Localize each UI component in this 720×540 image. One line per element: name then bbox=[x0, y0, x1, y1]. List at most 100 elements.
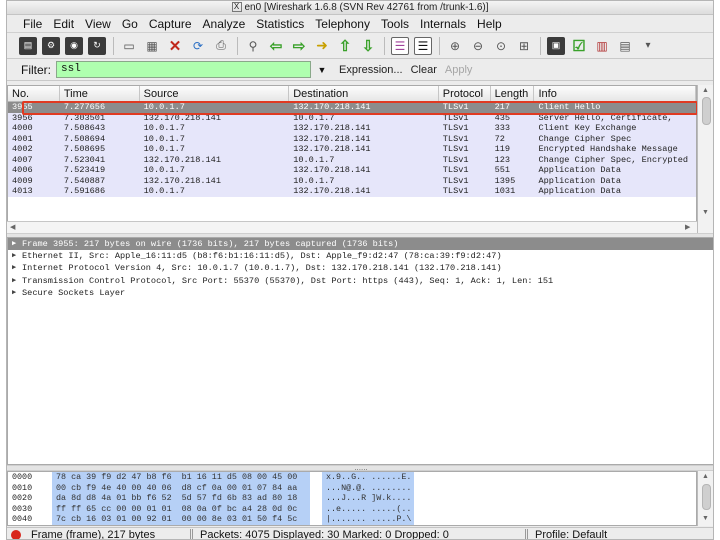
go-forward-icon[interactable]: ⇨ bbox=[290, 37, 308, 55]
apply-button[interactable]: Apply bbox=[445, 64, 473, 76]
go-to-packet-icon[interactable]: ➜ bbox=[313, 37, 331, 55]
menu-internals[interactable]: Internals bbox=[420, 17, 466, 31]
scroll-right-icon[interactable]: ▶ bbox=[685, 224, 693, 232]
scroll-up-icon[interactable]: ▲ bbox=[702, 87, 710, 95]
open-file-icon[interactable]: ▭ bbox=[120, 37, 138, 55]
colorize-icon[interactable]: ☰ bbox=[391, 36, 409, 55]
menu-help[interactable]: Help bbox=[477, 17, 502, 31]
scroll-left-icon[interactable]: ◀ bbox=[10, 224, 18, 232]
save-file-icon[interactable]: ▦ bbox=[143, 37, 161, 55]
go-last-icon[interactable]: ⇩ bbox=[359, 37, 377, 55]
byte-ascii[interactable]: x.9..G.. ......E. bbox=[322, 472, 414, 483]
capture-options-icon[interactable]: ⚙ bbox=[42, 36, 60, 55]
go-first-icon[interactable]: ⇧ bbox=[336, 37, 354, 55]
byte-offset[interactable]: 0040 bbox=[8, 514, 52, 525]
column-header-source[interactable]: Source bbox=[140, 86, 290, 101]
byte-hex[interactable]: 78 ca 39 f9 d2 47 b8 f6 b1 16 11 d5 08 0… bbox=[52, 472, 310, 483]
column-header-time[interactable]: Time bbox=[60, 86, 140, 101]
status-divider[interactable] bbox=[190, 528, 193, 539]
byte-offset[interactable]: 0020 bbox=[8, 493, 52, 504]
menu-telephony[interactable]: Telephony bbox=[315, 17, 370, 31]
start-capture-icon[interactable]: ◉ bbox=[65, 36, 83, 55]
expression-button[interactable]: Expression... bbox=[339, 64, 403, 76]
menu-capture[interactable]: Capture bbox=[149, 17, 192, 31]
reload-icon[interactable]: ⟳ bbox=[189, 37, 207, 55]
column-header-no[interactable]: No. bbox=[8, 86, 60, 101]
packet-info: Encrypted Handshake Message bbox=[538, 144, 678, 154]
packet-list-scrollbar[interactable]: ▲ ▼ bbox=[697, 85, 713, 233]
byte-ascii[interactable]: |....... .....P.\ bbox=[322, 514, 414, 525]
preferences-icon[interactable]: ▤ bbox=[616, 37, 634, 55]
packet-row[interactable]: 4007 7.523041 132.170.218.141 10.0.1.7 TLSv1… bbox=[8, 154, 696, 165]
detail-tree-item[interactable]: ▶ Ethernet II, Src: Apple_16:11:d5 (b8:f6… bbox=[8, 250, 713, 262]
byte-ascii[interactable]: ...N@.@. ........ bbox=[322, 482, 414, 494]
detail-tree-item[interactable]: ▶ Internet Protocol Version 4, Src: 10.0.… bbox=[8, 262, 713, 274]
packet-protocol: TLSv1 bbox=[442, 144, 469, 154]
packet-row[interactable]: 4006 7.523419 10.0.1.7 132.170.218.141 TLSv1… bbox=[8, 165, 696, 176]
find-packet-icon[interactable]: ⚲ bbox=[244, 37, 262, 55]
zoom-out-icon[interactable]: ⊖ bbox=[469, 37, 487, 55]
byte-hex[interactable]: 00 cb f9 4e 40 00 40 06 d8 cf 0a 00 01 0… bbox=[52, 482, 310, 494]
go-back-icon[interactable]: ⇦ bbox=[267, 37, 285, 55]
byte-offset[interactable]: 0030 bbox=[8, 504, 52, 515]
menu-view[interactable]: View bbox=[85, 17, 111, 31]
scroll-thumb[interactable] bbox=[702, 97, 711, 125]
normal-size-icon[interactable]: ⊙ bbox=[492, 37, 510, 55]
menu-tools[interactable]: Tools bbox=[381, 17, 409, 31]
resize-columns-icon[interactable]: ⊞ bbox=[515, 37, 533, 55]
column-header-destination[interactable]: Destination bbox=[289, 86, 439, 101]
restart-capture-icon[interactable]: ↻ bbox=[88, 36, 106, 55]
coloring-rules-icon[interactable]: ▥ bbox=[593, 37, 611, 55]
menu-analyze[interactable]: Analyze bbox=[203, 17, 246, 31]
filter-dropdown-icon[interactable]: ▼ bbox=[313, 61, 331, 78]
packet-row[interactable]: 3955 7.277656 10.0.1.7 132.170.218.141 TLSv1… bbox=[8, 102, 696, 113]
clear-button[interactable]: Clear bbox=[411, 64, 437, 76]
expand-triangle-icon[interactable]: ▶ bbox=[12, 262, 22, 274]
packet-row[interactable]: 4013 7.591686 10.0.1.7 132.170.218.141 TLSv1… bbox=[8, 186, 696, 197]
menu-file[interactable]: File bbox=[23, 17, 42, 31]
byte-ascii[interactable]: ..e..... .....(.. bbox=[322, 503, 414, 515]
expand-triangle-icon[interactable]: ▶ bbox=[12, 287, 22, 299]
packet-list-hscrollbar[interactable]: ◀ ▶ bbox=[7, 221, 697, 233]
status-profile[interactable]: Profile: Default bbox=[531, 529, 681, 540]
byte-hex[interactable]: 7c cb 16 03 01 00 92 01 00 00 8e 03 01 5… bbox=[52, 514, 310, 525]
display-filters-icon[interactable]: ☑ bbox=[570, 37, 588, 55]
detail-tree-item[interactable]: ▶ Transmission Control Protocol, Src Port… bbox=[8, 275, 713, 287]
menu-edit[interactable]: Edit bbox=[53, 17, 74, 31]
expand-triangle-icon[interactable]: ▶ bbox=[12, 275, 22, 287]
scroll-down-icon[interactable]: ▼ bbox=[702, 209, 710, 217]
menu-go[interactable]: Go bbox=[122, 17, 138, 31]
menu-statistics[interactable]: Statistics bbox=[256, 17, 304, 31]
close-file-icon[interactable]: ✕ bbox=[166, 37, 184, 55]
expand-triangle-icon[interactable]: ▶ bbox=[12, 250, 22, 262]
status-divider[interactable] bbox=[525, 528, 528, 539]
detail-tree-item[interactable]: ▶ Secure Sockets Layer bbox=[8, 287, 713, 299]
interfaces-icon[interactable]: ▤ bbox=[19, 36, 37, 55]
byte-offset[interactable]: 0000 bbox=[8, 472, 52, 483]
byte-hex[interactable]: da 8d d8 4a 01 bb f6 52 5d 57 fd 6b 83 a… bbox=[52, 493, 310, 504]
scroll-thumb[interactable] bbox=[702, 484, 711, 510]
column-header-protocol[interactable]: Protocol bbox=[439, 86, 491, 101]
scroll-down-icon[interactable]: ▼ bbox=[702, 515, 710, 523]
packet-row[interactable]: 3956 7.303501 132.170.218.141 10.0.1.7 TLSv1… bbox=[8, 112, 696, 123]
bytes-scrollbar[interactable]: ▲ ▼ bbox=[697, 471, 713, 526]
byte-offset[interactable]: 0010 bbox=[8, 483, 52, 494]
packet-row[interactable]: 4001 7.508694 10.0.1.7 132.170.218.141 TLSv1… bbox=[8, 133, 696, 144]
scroll-up-icon[interactable]: ▲ bbox=[702, 473, 710, 481]
chevron-down-icon[interactable]: ▾ bbox=[639, 37, 657, 55]
capture-filters-icon[interactable]: ▣ bbox=[547, 36, 565, 55]
auto-scroll-icon[interactable]: ☰ bbox=[414, 36, 432, 55]
detail-tree-item[interactable]: ▶ Frame 3955: 217 bytes on wire (1736 bit… bbox=[8, 238, 713, 251]
zoom-in-icon[interactable]: ⊕ bbox=[446, 37, 464, 55]
packet-row[interactable]: 4002 7.508695 10.0.1.7 132.170.218.141 TLSv1… bbox=[8, 144, 696, 155]
byte-hex[interactable]: ff ff 65 cc 00 00 01 01 08 0a 0f bc a4 2… bbox=[52, 503, 310, 515]
column-header-info[interactable]: Info bbox=[534, 86, 696, 101]
print-icon[interactable]: ⎙ bbox=[212, 37, 230, 55]
byte-ascii[interactable]: ...J...R ]W.k.... bbox=[322, 493, 414, 504]
filter-input[interactable]: ssl bbox=[56, 61, 311, 78]
expert-info-icon[interactable] bbox=[11, 529, 21, 539]
packet-row[interactable]: 4009 7.540887 132.170.218.141 10.0.1.7 TLSv1… bbox=[8, 175, 696, 186]
column-header-length[interactable]: Length bbox=[491, 86, 535, 101]
expand-triangle-icon[interactable]: ▶ bbox=[12, 238, 22, 250]
packet-row[interactable]: 4000 7.508643 10.0.1.7 132.170.218.141 TLSv1… bbox=[8, 123, 696, 134]
